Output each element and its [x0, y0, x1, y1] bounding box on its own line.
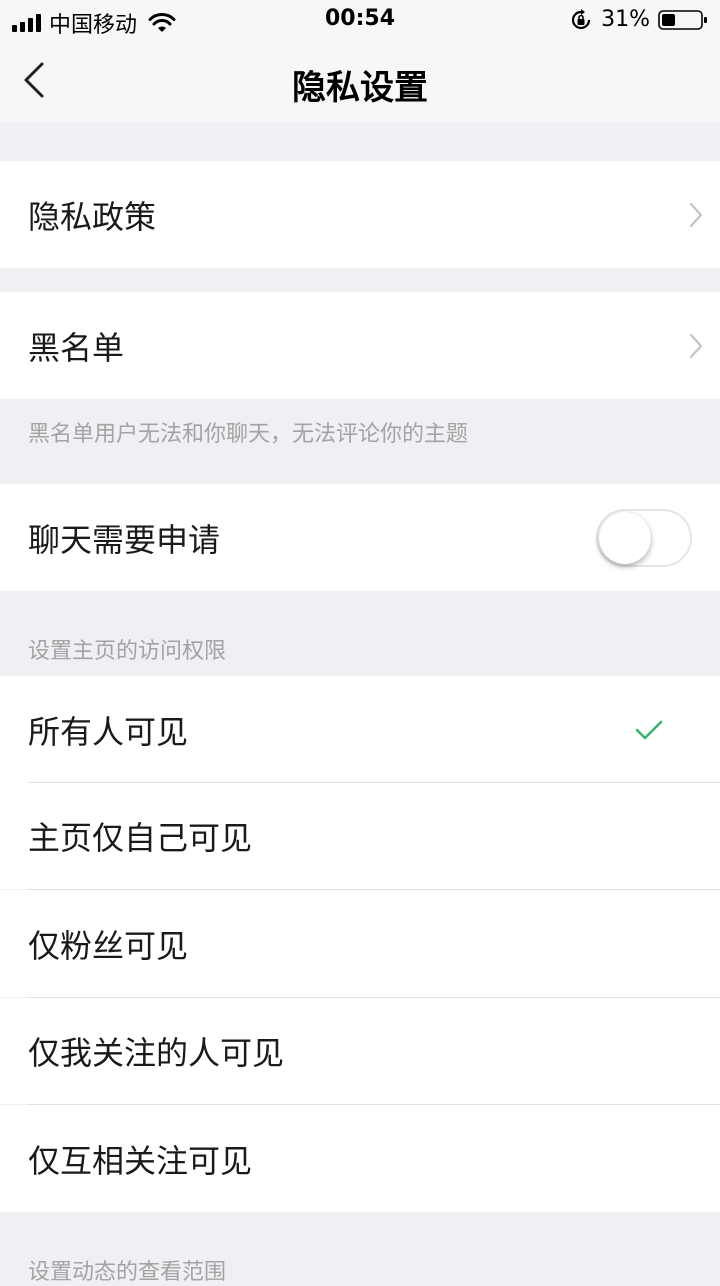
battery-percent: 31%	[601, 7, 650, 32]
toggle-knob	[599, 511, 651, 564]
nav-bar: 隐私设置	[0, 40, 720, 122]
access-option-label: 所有人可见	[28, 712, 189, 751]
access-option-mutual-only[interactable]: 仅互相关注可见	[0, 1105, 720, 1212]
rotation-lock-icon	[572, 8, 591, 29]
chevron-right-icon	[689, 333, 703, 358]
blacklist-hint: 黑名单用户无法和你聊天，无法评论你的主题	[28, 422, 469, 447]
access-option-label: 仅互相关注可见	[28, 1141, 253, 1180]
access-option-label: 仅粉丝可见	[28, 926, 189, 965]
chat-request-toggle[interactable]	[596, 508, 692, 567]
page-title: 隐私设置	[292, 68, 428, 108]
status-right: 31%	[569, 7, 708, 32]
access-option-following-only[interactable]: 仅我关注的人可见	[0, 998, 720, 1104]
access-option-label: 主页仅自己可见	[28, 819, 253, 857]
chevron-right-icon	[689, 202, 703, 227]
blacklist-row[interactable]: 黑名单	[0, 292, 720, 399]
homepage-access-header: 设置主页的访问权限	[28, 639, 227, 664]
privacy-policy-row[interactable]: 隐私政策	[0, 161, 720, 268]
chat-request-label: 聊天需要申请	[28, 520, 221, 559]
status-bar: 中国移动 00:54 31%	[0, 0, 720, 40]
blacklist-label: 黑名单	[28, 328, 125, 367]
access-option-everyone[interactable]: 所有人可见	[0, 676, 720, 783]
access-option-self-only[interactable]: 主页仅自己可见	[0, 783, 720, 889]
battery-icon	[658, 9, 707, 30]
checkmark-icon	[635, 720, 663, 739]
access-option-label: 仅我关注的人可见	[28, 1034, 285, 1072]
chat-request-row: 聊天需要申请	[0, 484, 720, 591]
access-option-fans-only[interactable]: 仅粉丝可见	[0, 890, 720, 997]
privacy-policy-label: 隐私政策	[28, 197, 157, 236]
activity-scope-header: 设置动态的查看范围	[28, 1260, 227, 1285]
